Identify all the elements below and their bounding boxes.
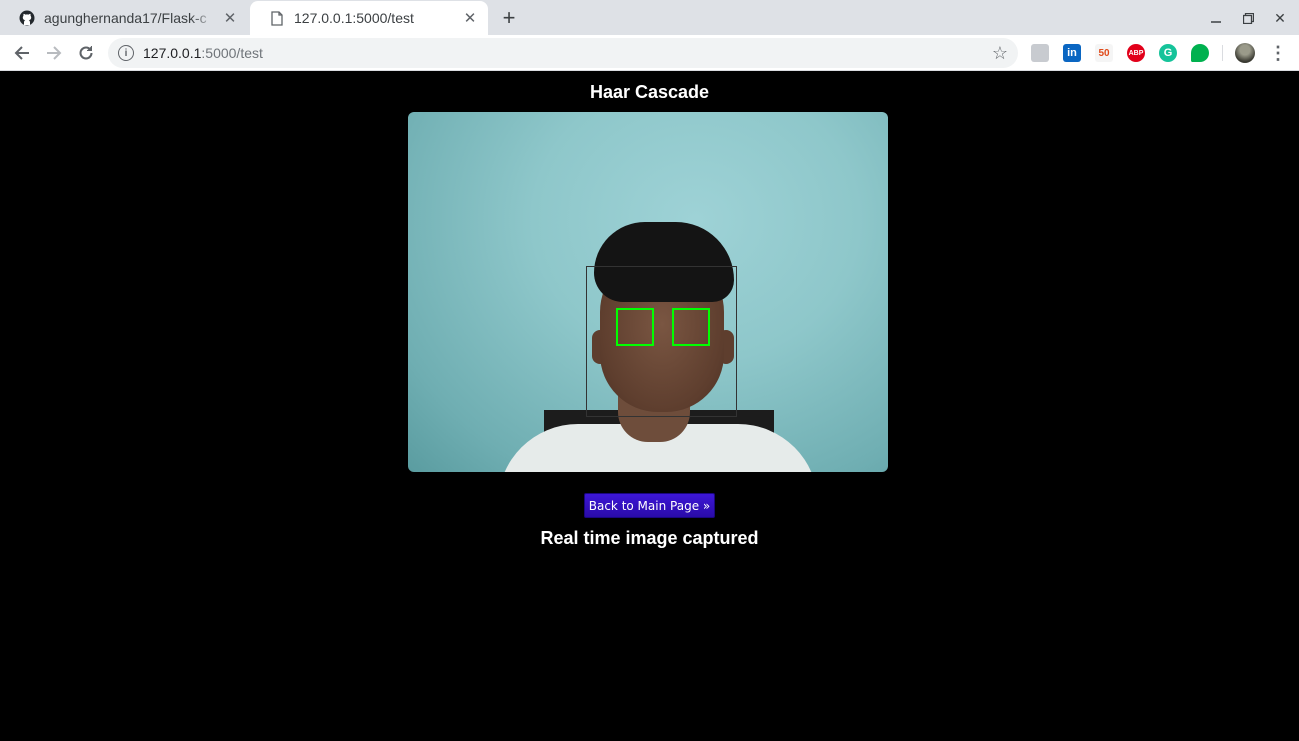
new-tab-button[interactable]: + bbox=[497, 5, 521, 30]
fifty-extension-icon[interactable]: 50 bbox=[1095, 44, 1113, 62]
reload-icon[interactable] bbox=[74, 41, 98, 65]
page-heading: Haar Cascade bbox=[589, 82, 710, 102]
forward-icon[interactable] bbox=[42, 41, 66, 65]
back-icon[interactable] bbox=[10, 41, 34, 65]
close-window-icon[interactable]: ✕ bbox=[1270, 8, 1290, 28]
photo-extension-icon[interactable] bbox=[1031, 44, 1049, 62]
grammarly-icon[interactable]: G bbox=[1159, 44, 1177, 62]
menu-kebab-icon[interactable]: ⋮ bbox=[1269, 42, 1287, 64]
restore-icon[interactable] bbox=[1238, 8, 1258, 28]
close-icon[interactable]: ✕ bbox=[222, 10, 238, 27]
browser-toolbar: i 127.0.0.1:5000/test ☆ in 50 ABP G ⋮ bbox=[0, 35, 1299, 71]
image-caption: Real time image captured bbox=[540, 528, 759, 548]
face-detection-box bbox=[586, 266, 737, 417]
left-eye-detection-box bbox=[616, 308, 654, 346]
github-icon bbox=[18, 9, 36, 27]
address-bar[interactable]: i 127.0.0.1:5000/test ☆ bbox=[108, 38, 1018, 68]
linkedin-icon[interactable]: in bbox=[1063, 44, 1081, 62]
url-text: 127.0.0.1:5000/test bbox=[143, 45, 263, 61]
tab-title: agunghernanda17/Flask-c bbox=[44, 9, 207, 26]
profile-avatar[interactable] bbox=[1235, 43, 1255, 63]
tab-strip: agunghernanda17/Flask-c ✕ 127.0.0.1:5000… bbox=[0, 0, 1299, 35]
info-icon[interactable]: i bbox=[118, 45, 134, 61]
toolbar-separator bbox=[1222, 45, 1223, 61]
right-eye-detection-box bbox=[672, 308, 710, 346]
minimize-icon[interactable] bbox=[1206, 8, 1226, 28]
adblock-plus-icon[interactable]: ABP bbox=[1127, 44, 1145, 62]
chat-extension-icon[interactable] bbox=[1191, 44, 1209, 62]
page-icon bbox=[268, 9, 286, 27]
bookmark-star-icon[interactable]: ☆ bbox=[992, 43, 1008, 64]
tab-title: 127.0.0.1:5000/test bbox=[294, 10, 414, 26]
back-to-main-button[interactable]: Back to Main Page » bbox=[584, 493, 715, 518]
tab-github[interactable]: agunghernanda17/Flask-c ✕ bbox=[0, 0, 248, 35]
camera-feed bbox=[408, 112, 888, 472]
page-content: Haar Cascade Back to Main Page » Real ti… bbox=[0, 72, 1299, 741]
tab-test[interactable]: 127.0.0.1:5000/test ✕ bbox=[250, 1, 488, 35]
close-icon[interactable]: ✕ bbox=[462, 10, 478, 27]
